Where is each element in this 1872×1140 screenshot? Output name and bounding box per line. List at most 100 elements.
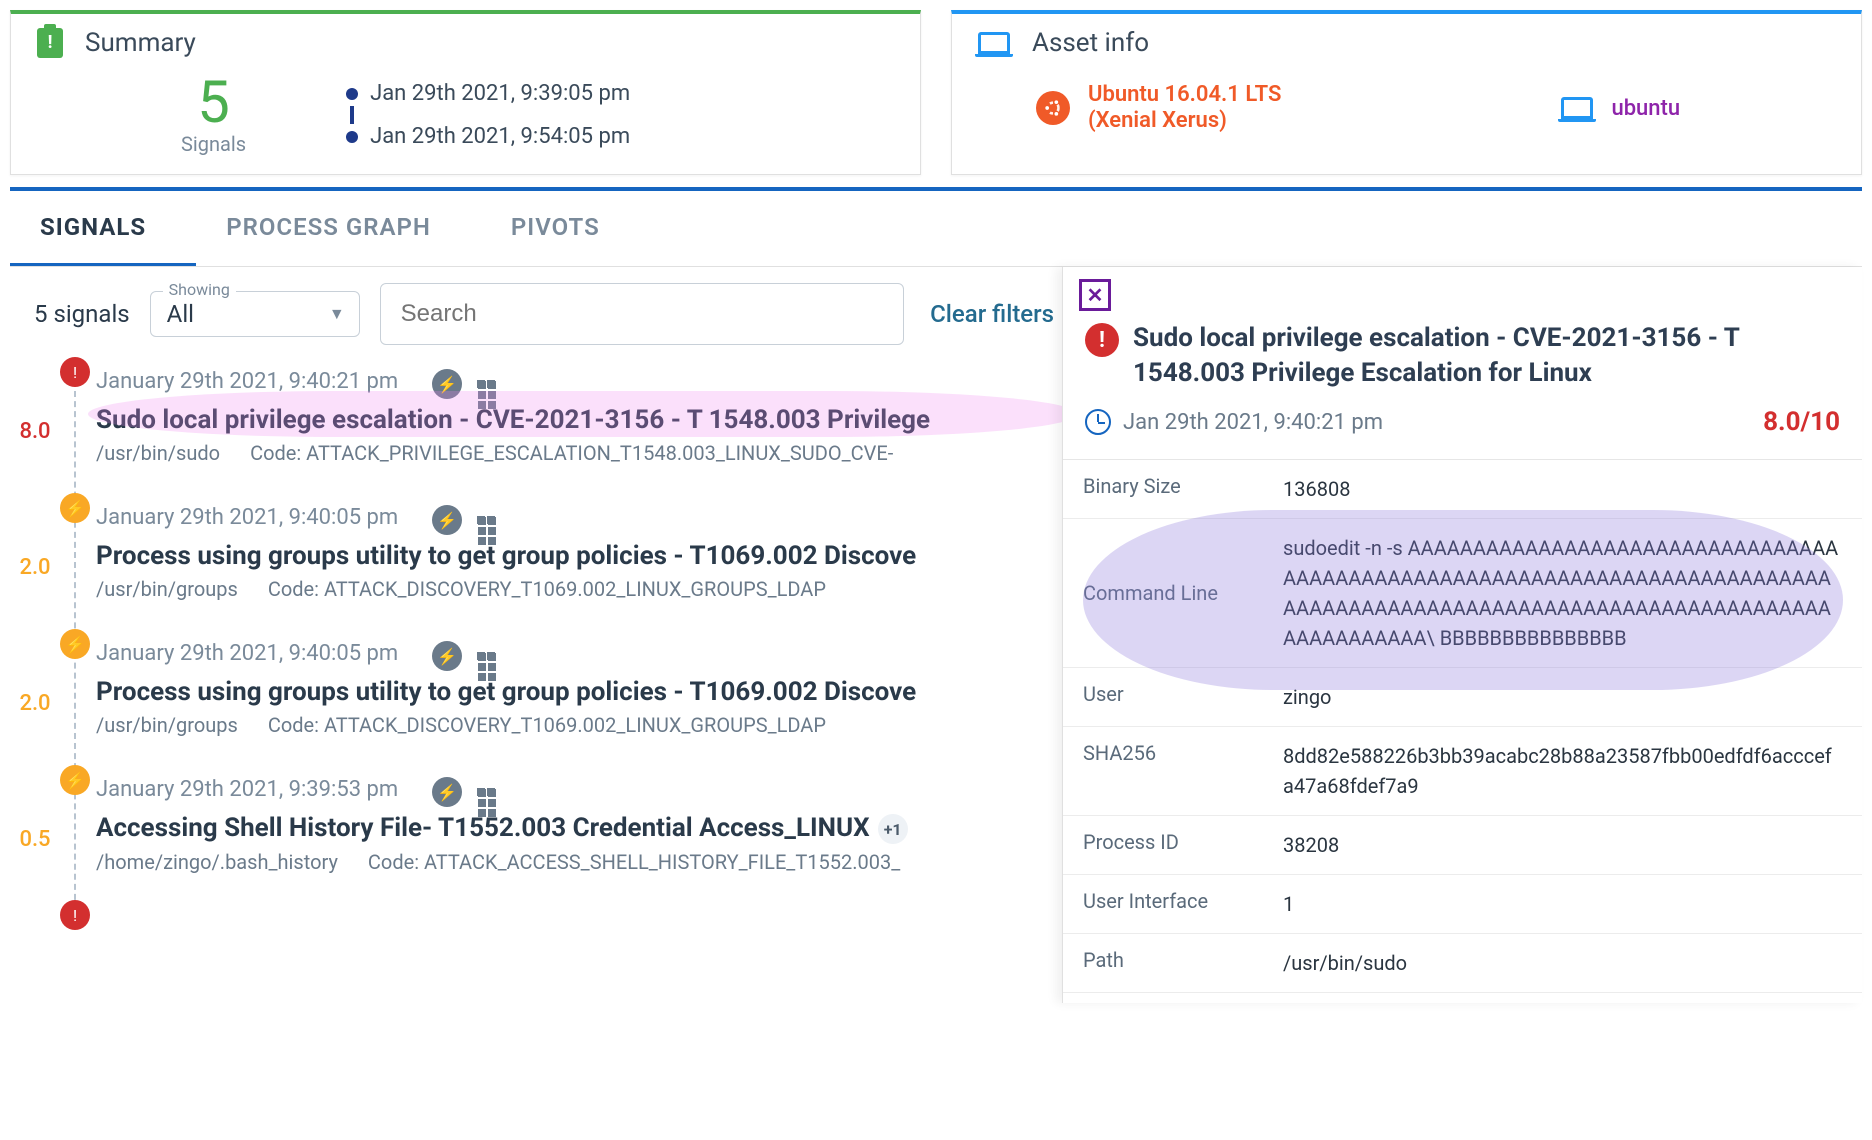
value: 38208 (1283, 830, 1842, 860)
signal-item[interactable]: 0.5 ⚡ January 29th 2021, 9:39:53 pm ⚡ Ac… (96, 763, 1052, 900)
detail-title: Sudo local privilege escalation - CVE-20… (1133, 321, 1840, 391)
showing-float-label: Showing (163, 280, 236, 299)
detail-score: 8.0/10 (1763, 407, 1840, 437)
detail-timestamp: Jan 29th 2021, 9:40:21 pm (1123, 410, 1383, 435)
signal-count-label: Signals (181, 132, 246, 156)
grid-icon[interactable] (476, 505, 496, 535)
alert-icon: ! (1085, 323, 1119, 357)
detail-row-sha256: SHA256 8dd82e588226b3bb39acabc28b88a2358… (1063, 727, 1862, 816)
signal-count: 5 (181, 74, 246, 132)
signal-code: Code: ATTACK_ACCESS_SHELL_HISTORY_FILE_T… (368, 850, 900, 874)
detail-row-process-id: Process ID 38208 (1063, 816, 1862, 875)
time-dot-icon (346, 131, 358, 143)
value: /usr/bin/sudo (1283, 948, 1842, 978)
label: Path (1083, 948, 1283, 978)
laptop-icon (1561, 97, 1593, 119)
search-input[interactable] (380, 283, 904, 345)
label: User (1083, 682, 1283, 712)
value: sudoedit -n -s AAAAAAAAAAAAAAAAAAAAAAAAA… (1283, 533, 1842, 653)
time-start: Jan 29th 2021, 9:39:05 pm (370, 81, 630, 106)
clear-filters-link[interactable]: Clear filters (930, 300, 1054, 328)
os-name: Ubuntu 16.04.1 LTS (1088, 82, 1281, 108)
detail-row-path: Path /usr/bin/sudo (1063, 934, 1862, 993)
signal-score: 0.5 (10, 827, 60, 852)
tab-bar: SIGNALS PROCESS GRAPH PIVOTS (10, 191, 1862, 267)
signal-title: Sudo local privilege escalation - CVE-20… (96, 405, 1052, 435)
grid-icon[interactable] (476, 369, 496, 399)
signal-date: January 29th 2021, 9:40:05 pm (96, 505, 398, 530)
asset-card: Asset info Ubuntu 16.04.1 LTS (Xenial Xe… (951, 10, 1862, 175)
value: zingo (1283, 682, 1842, 712)
close-button[interactable]: ✕ (1079, 279, 1111, 311)
detail-row-binary-size: Binary Size 136808 (1063, 460, 1862, 519)
signal-path: /usr/bin/groups (96, 713, 238, 737)
os-codename: (Xenial Xerus) (1088, 108, 1281, 134)
time-end: Jan 29th 2021, 9:54:05 pm (370, 124, 630, 149)
severity-dot-icon: ⚡ (60, 629, 90, 659)
showing-select[interactable]: Showing All ▼ (150, 291, 360, 337)
asset-os[interactable]: Ubuntu 16.04.1 LTS (Xenial Xerus) (1036, 82, 1281, 135)
ubuntu-icon (1036, 91, 1070, 125)
time-bar-icon (350, 106, 354, 124)
signal-date: January 29th 2021, 9:39:53 pm (96, 777, 398, 802)
grid-icon[interactable] (476, 777, 496, 807)
severity-dot-icon: ! (60, 357, 90, 387)
signal-title: Process using groups utility to get grou… (96, 541, 1052, 571)
summary-card: Summary 5 Signals Jan 29th 2021, 9:39:05… (10, 10, 921, 175)
summary-title: Summary (85, 28, 196, 58)
chevron-down-icon: ▼ (329, 304, 345, 324)
severity-dot-icon: ⚡ (60, 765, 90, 795)
bolt-icon[interactable]: ⚡ (432, 369, 462, 399)
signal-score: 2.0 (10, 691, 60, 716)
asset-title: Asset info (1032, 28, 1149, 58)
clock-icon (1085, 409, 1111, 435)
clipboard-icon (37, 28, 63, 58)
signal-item[interactable]: 2.0 ⚡ January 29th 2021, 9:40:05 pm ⚡ Pr… (96, 491, 1052, 627)
value: 8dd82e588226b3bb39acabc28b88a23587fbb00e… (1283, 741, 1842, 801)
label: Binary Size (1083, 474, 1283, 504)
laptop-icon (978, 32, 1010, 54)
bolt-icon[interactable]: ⚡ (432, 505, 462, 535)
signal-item[interactable]: 8.0 ! January 29th 2021, 9:40:21 pm ⚡ Su… (96, 355, 1052, 491)
signal-path: /home/zingo/.bash_history (96, 850, 338, 874)
signal-code: Code: ATTACK_DISCOVERY_T1069.002_LINUX_G… (268, 577, 826, 601)
detail-row-command-line: Command Line sudoedit -n -s AAAAAAAAAAAA… (1063, 519, 1862, 668)
signal-code: Code: ATTACK_PRIVILEGE_ESCALATION_T1548.… (250, 441, 893, 465)
asset-host[interactable]: ubuntu (1561, 96, 1680, 121)
tab-signals[interactable]: SIGNALS (10, 191, 196, 266)
time-dot-icon (346, 88, 358, 100)
label: Process ID (1083, 830, 1283, 860)
grid-icon[interactable] (476, 641, 496, 671)
bolt-icon[interactable]: ⚡ (432, 777, 462, 807)
signals-panel: 5 signals Showing All ▼ Clear filters 8.… (10, 267, 1062, 1003)
detail-row-user: User zingo (1063, 668, 1862, 727)
signal-score: 2.0 (10, 555, 60, 580)
showing-value: All (167, 300, 194, 328)
close-icon: ✕ (1087, 283, 1104, 307)
signal-count-label: 5 signals (34, 300, 130, 328)
signal-path: /usr/bin/sudo (96, 441, 220, 465)
severity-dot-icon: ! (60, 900, 90, 930)
signal-date: January 29th 2021, 9:40:05 pm (96, 641, 398, 666)
severity-dot-icon: ⚡ (60, 493, 90, 523)
extra-count-badge: +1 (878, 814, 908, 844)
signal-code: Code: ATTACK_DISCOVERY_T1069.002_LINUX_G… (268, 713, 826, 737)
detail-row-user-interface: User Interface 1 (1063, 875, 1862, 934)
tab-pivots[interactable]: PIVOTS (481, 191, 650, 266)
signal-score: 8.0 (10, 419, 60, 444)
label: User Interface (1083, 889, 1283, 919)
tab-process-graph[interactable]: PROCESS GRAPH (196, 191, 481, 266)
signal-item[interactable]: 2.0 ⚡ January 29th 2021, 9:40:05 pm ⚡ Pr… (96, 627, 1052, 763)
value: 136808 (1283, 474, 1842, 504)
label: SHA256 (1083, 741, 1283, 801)
signal-title: Accessing Shell History File- T1552.003 … (96, 813, 1052, 844)
label: Command Line (1083, 581, 1283, 605)
detail-table: Binary Size 136808 Command Line sudoedit… (1063, 459, 1862, 993)
bolt-icon[interactable]: ⚡ (432, 641, 462, 671)
hostname: ubuntu (1611, 96, 1680, 121)
detail-panel: ✕ ! Sudo local privilege escalation - CV… (1062, 267, 1862, 1003)
signal-title: Process using groups utility to get grou… (96, 677, 1052, 707)
signal-path: /usr/bin/groups (96, 577, 238, 601)
value: 1 (1283, 889, 1842, 919)
signal-date: January 29th 2021, 9:40:21 pm (96, 369, 398, 394)
